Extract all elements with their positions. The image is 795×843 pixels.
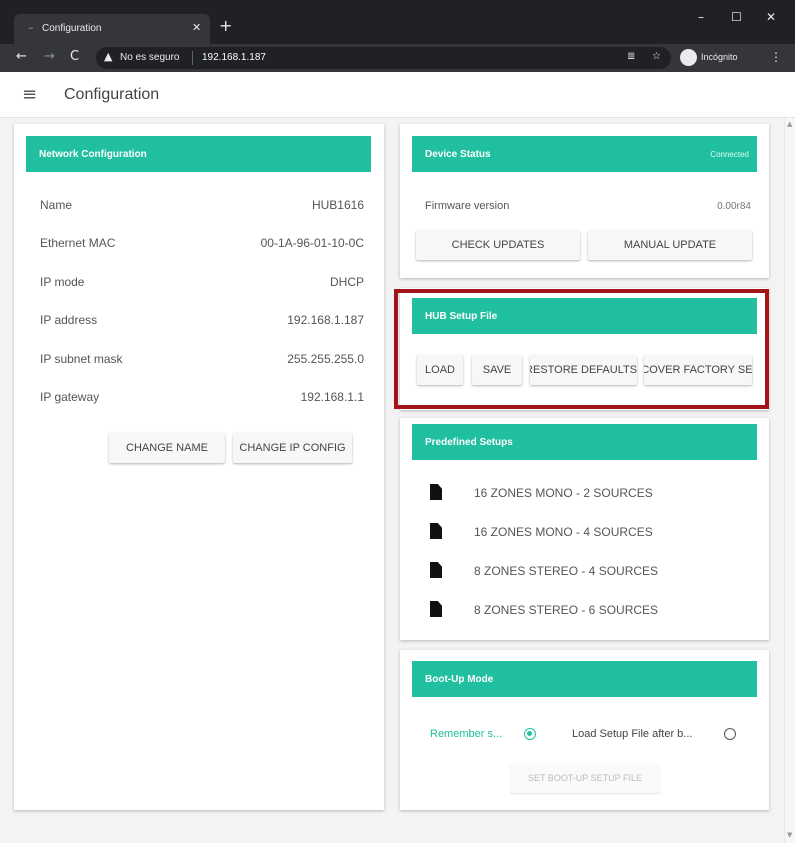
predefined-setups-header: Predefined Setups [412,424,757,460]
browser-tab[interactable]: – Configuration ✕ [14,14,210,44]
incognito-label: Incógnito [701,52,738,62]
device-status-title: Device Status [425,149,491,160]
network-configuration-card: Network Configuration Name HUB1616 Ether… [14,124,384,810]
ip-subnet-mask-label: IP subnet mask [40,352,123,366]
device-status-header: Device Status Connected [412,136,757,172]
scroll-down-icon[interactable]: ▼ [787,831,792,839]
ip-gateway-value: 192.168.1.1 [300,390,364,404]
ip-mode-label: IP mode [40,275,85,289]
ethernet-mac-value: 00-1A-96-01-10-0C [260,236,364,250]
boot-up-mode-card: Boot-Up Mode Remember s... Load Setup Fi… [400,650,769,810]
name-value: HUB1616 [311,198,364,212]
bookmark-star-icon[interactable]: ☆ [652,51,661,62]
close-tab-icon[interactable]: ✕ [192,21,201,34]
browser-tab-bar: – Configuration ✕ + – ☐ ✕ [0,0,795,44]
not-secure-label[interactable]: No es seguro [120,52,179,63]
ip-gateway-label: IP gateway [40,390,100,404]
load-setup-file-radio[interactable] [724,728,736,740]
check-updates-button[interactable]: CHECK UPDATES [416,230,580,260]
new-tab-icon[interactable]: + [219,16,232,35]
file-icon [430,484,442,500]
scroll-up-icon[interactable]: ▲ [787,120,792,128]
url-text[interactable]: 192.168.1.187 [202,52,266,63]
browser-toolbar: ← → C ▲ No es seguro 192.168.1.187 ≣ ☆ I… [0,44,795,72]
firmware-version-value: 0.00r84 [717,201,751,212]
boot-up-mode-title: Boot-Up Mode [425,674,494,685]
name-label: Name [40,198,73,212]
predefined-setups-title: Predefined Setups [425,437,513,448]
ip-subnet-mask-value: 255.255.255.0 [287,352,364,366]
predefined-setups-card: Predefined Setups 16 ZONES MONO - 2 SOUR… [400,418,769,640]
minimize-icon[interactable]: – [698,10,704,24]
ip-address-value: 192.168.1.187 [287,313,364,327]
tab-title: Configuration [42,23,102,34]
back-icon[interactable]: ← [16,49,27,64]
boot-up-mode-header: Boot-Up Mode [412,661,757,697]
close-window-icon[interactable]: ✕ [766,10,776,24]
setup-item-label: 8 ZONES STEREO - 6 SOURCES [474,603,659,617]
address-bar[interactable]: ▲ No es seguro 192.168.1.187 ≣ ☆ [96,47,671,69]
change-name-button[interactable]: CHANGE NAME [109,433,225,463]
page-title: Configuration [64,86,160,103]
setup-item-label: 16 ZONES MONO - 4 SOURCES [474,525,653,539]
file-icon [430,523,442,539]
reload-icon[interactable]: C [70,49,79,64]
file-icon [430,601,442,617]
forward-icon[interactable]: → [44,49,55,64]
address-separator [192,51,193,65]
firmware-version-label: Firmware version [425,200,510,212]
warning-icon: ▲ [104,50,113,63]
vertical-scrollbar[interactable]: ▲ ▼ [784,118,795,843]
app-bar: ≡ Configuration [0,72,795,118]
remember-setup-label[interactable]: Remember s... [430,728,502,740]
page-favicon-icon: – [28,21,34,34]
load-setup-file-label[interactable]: Load Setup File after b... [572,728,692,740]
highlight-box [394,289,769,409]
remember-setup-radio[interactable] [524,728,536,740]
translate-icon[interactable]: ≣ [627,51,635,62]
set-boot-up-setup-file-button[interactable]: SET BOOT-UP SETUP FILE [510,763,660,793]
connection-status-badge: Connected [710,150,749,159]
browser-menu-icon[interactable]: ⋮ [770,50,782,64]
incognito-icon [680,49,697,66]
device-status-card: Device Status Connected Firmware version… [400,124,769,278]
maximize-icon[interactable]: ☐ [731,10,742,24]
manual-update-button[interactable]: MANUAL UPDATE [588,230,752,260]
ip-mode-value: DHCP [329,275,364,289]
network-configuration-header: Network Configuration [26,136,371,172]
network-configuration-title: Network Configuration [39,149,147,160]
setup-item-label: 16 ZONES MONO - 2 SOURCES [474,486,653,500]
setup-item-label: 8 ZONES STEREO - 4 SOURCES [474,564,659,578]
hamburger-menu-icon[interactable]: ≡ [22,84,37,105]
change-ip-config-button[interactable]: CHANGE IP CONFIG [233,433,352,463]
ethernet-mac-label: Ethernet MAC [40,236,116,250]
ip-address-label: IP address [40,313,98,327]
file-icon [430,562,442,578]
